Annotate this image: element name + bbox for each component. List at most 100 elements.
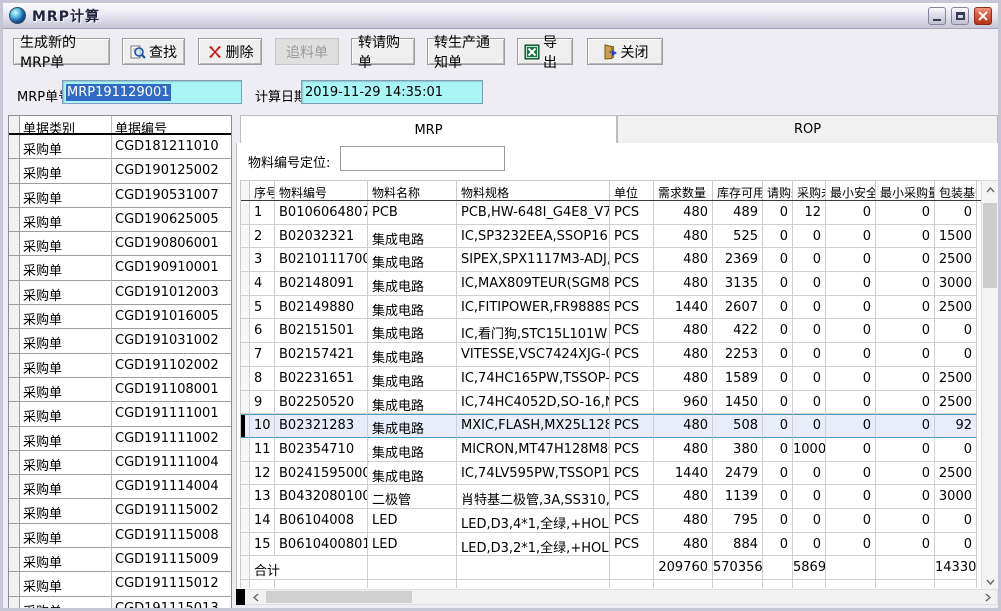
pur-cell: 0 (793, 462, 826, 486)
column-header[interactable]: 最小采购量 (876, 181, 935, 200)
pack-cell: 3000 (935, 272, 977, 296)
empty-cell (610, 580, 654, 588)
table-row[interactable]: 采购单CGD191115002 (9, 499, 231, 523)
code-cell: B02231651 (275, 367, 368, 391)
scroll-right-button[interactable] (979, 590, 997, 604)
calc-date-input[interactable]: 2019-11-29 14:35:01 (301, 80, 483, 104)
row-selector (241, 485, 250, 509)
idx-cell: 13 (250, 485, 275, 509)
to-requisition-button[interactable]: 转请购单 (351, 38, 415, 65)
unit-cell: PCS (610, 248, 654, 272)
row-selector (241, 391, 250, 415)
table-row[interactable]: 采购单CGD191115013 (9, 597, 231, 609)
column-header[interactable]: 包装基数 (935, 181, 977, 200)
table-row[interactable]: 采购单CGD181211010 (9, 135, 231, 159)
demand-cell: 1440 (654, 462, 713, 486)
safe-cell: 0 (826, 201, 876, 225)
tab-rop[interactable]: ROP (617, 115, 998, 144)
table-row[interactable]: 14B06104008LEDLED,D3,4*1,全绿,+HOLD,DPCS48… (241, 509, 981, 533)
column-header[interactable]: 序号 (250, 181, 275, 200)
table-row[interactable]: 12B0241595000集成电路IC,74LV595PW,TSSOP16/7P… (241, 462, 981, 486)
table-row[interactable]: 9B02250520集成电路IC,74HC4052D,SO-16,NXPPCS9… (241, 391, 981, 415)
excel-icon (524, 44, 540, 60)
row-selector (241, 248, 250, 272)
name-cell: 集成电路 (368, 462, 457, 486)
table-row[interactable]: 11B02354710集成电路MICRON,MT47H128M8CF-PCS48… (241, 438, 981, 462)
table-row[interactable]: 6B02151501集成电路IC,看门狗,STC15L101WPCS480422… (241, 319, 981, 343)
table-row[interactable]: 8B02231651集成电路IC,74HC165PW,TSSOP-16PCS48… (241, 367, 981, 391)
table-row[interactable]: 采购单CGD191115008 (9, 524, 231, 548)
table-row[interactable]: 采购单CGD191111001 (9, 402, 231, 426)
table-row[interactable]: 采购单CGD190625005 (9, 208, 231, 232)
vertical-scroll-thumb[interactable] (983, 203, 997, 288)
table-row[interactable]: 采购单CGD191012003 (9, 281, 231, 305)
material-locator-input[interactable] (340, 146, 505, 171)
close-form-button[interactable]: 关闭 (587, 38, 663, 65)
tab-mrp[interactable]: MRP (240, 115, 617, 144)
table-row[interactable]: 4B02148091集成电路IC,MAX809TEUR(SGM809-PCS48… (241, 272, 981, 296)
table-row[interactable]: 7B02157421集成电路VITESSE,VSC7424XJG-02,PCS4… (241, 343, 981, 367)
table-row[interactable]: 采购单CGD191031002 (9, 329, 231, 353)
doc-no-cell: CGD191115002 (112, 499, 232, 523)
doc-no-cell: CGD190806001 (112, 232, 232, 256)
column-header[interactable]: 物料名称 (368, 181, 457, 200)
table-row[interactable]: 采购单CGD191111002 (9, 427, 231, 451)
req-cell: 0 (763, 462, 793, 486)
column-header[interactable]: 物料编号 (275, 181, 368, 200)
exit-door-icon (602, 44, 618, 60)
column-header[interactable]: 最小安全库存 (826, 181, 876, 200)
table-row[interactable]: 15B0610400801LEDLED,D3,2*1,全绿,+HOLD,DPCS… (241, 533, 981, 557)
table-row[interactable]: 采购单CGD191016005 (9, 305, 231, 329)
minimize-button[interactable] (928, 7, 946, 25)
chase-material-button[interactable]: 追料单 (275, 38, 339, 65)
table-row[interactable]: 2B02032321集成电路IC,SP3232EEA,SSOP16,3.0PCS… (241, 225, 981, 249)
table-row[interactable]: 采购单CGD190531007 (9, 184, 231, 208)
table-row[interactable]: 采购单CGD191115009 (9, 548, 231, 572)
column-header[interactable]: 采购未到 (793, 181, 826, 200)
table-row[interactable]: 采购单CGD191111004 (9, 451, 231, 475)
table-row[interactable]: 采购单CGD190910001 (9, 256, 231, 280)
spec-cell: IC,SP3232EEA,SSOP16,3.0 (457, 225, 610, 249)
doc-no-cell: CGD191108001 (112, 378, 232, 402)
minimize-icon (933, 19, 941, 21)
minbuy-cell: 0 (876, 225, 935, 249)
column-header[interactable]: 单位 (610, 181, 654, 200)
search-icon (130, 44, 146, 60)
table-row[interactable]: 10B02321283集成电路MXIC,FLASH,MX25L12835FPCS… (241, 414, 981, 438)
scroll-left-button[interactable] (247, 590, 265, 604)
unit-cell: PCS (610, 414, 654, 438)
find-button[interactable]: 查找 (122, 38, 185, 65)
table-row[interactable]: 1B0106064807PCBPCB,HW-648I_G4E8_V7_20PCS… (241, 201, 981, 225)
demand-cell: 480 (654, 509, 713, 533)
column-header[interactable]: 需求数量 (654, 181, 713, 200)
table-row[interactable]: 采购单CGD190806001 (9, 232, 231, 256)
code-cell: B02157421 (275, 343, 368, 367)
column-header[interactable]: 库存可用量 (713, 181, 763, 200)
delete-button[interactable]: 删除 (198, 38, 262, 65)
table-row[interactable]: 3B0210111700集成电路SIPEX,SPX1117M3-ADJ,80PC… (241, 248, 981, 272)
column-header[interactable]: 请购未到 (763, 181, 793, 200)
mrp-no-input[interactable]: MRP191129001 (62, 80, 242, 104)
pur-cell: 0 (793, 414, 826, 438)
table-row[interactable]: 采购单CGD191114004 (9, 475, 231, 499)
horizontal-scroll-thumb[interactable] (266, 591, 412, 603)
scroll-down-button[interactable] (982, 573, 998, 590)
table-row[interactable]: 采购单CGD191108001 (9, 378, 231, 402)
scroll-up-button[interactable] (982, 181, 998, 198)
row-selector (9, 597, 20, 609)
table-row[interactable]: 13B0432080100二极管肖特基二极管,3A,SS310,SMPCS480… (241, 485, 981, 509)
pur-cell: 12 (793, 201, 826, 225)
table-row[interactable]: 采购单CGD191115012 (9, 572, 231, 596)
table-row[interactable]: 5B02149880集成电路IC,FITIPOWER,FR9888SPCPCS1… (241, 296, 981, 320)
maximize-button[interactable] (951, 7, 969, 25)
export-button[interactable]: 导出 (517, 38, 573, 65)
row-selector (241, 225, 250, 249)
new-mrp-button[interactable]: 生成新的MRP单 (13, 38, 110, 65)
column-header[interactable]: 物料规格 (457, 181, 610, 200)
row-selector (9, 499, 20, 523)
table-row[interactable]: 采购单CGD190125002 (9, 159, 231, 183)
close-button[interactable] (974, 7, 992, 25)
table-row[interactable]: 采购单CGD191102002 (9, 354, 231, 378)
to-production-notice-button[interactable]: 转生产通知单 (427, 38, 505, 65)
title-bar[interactable]: MRP计算 (3, 3, 998, 29)
